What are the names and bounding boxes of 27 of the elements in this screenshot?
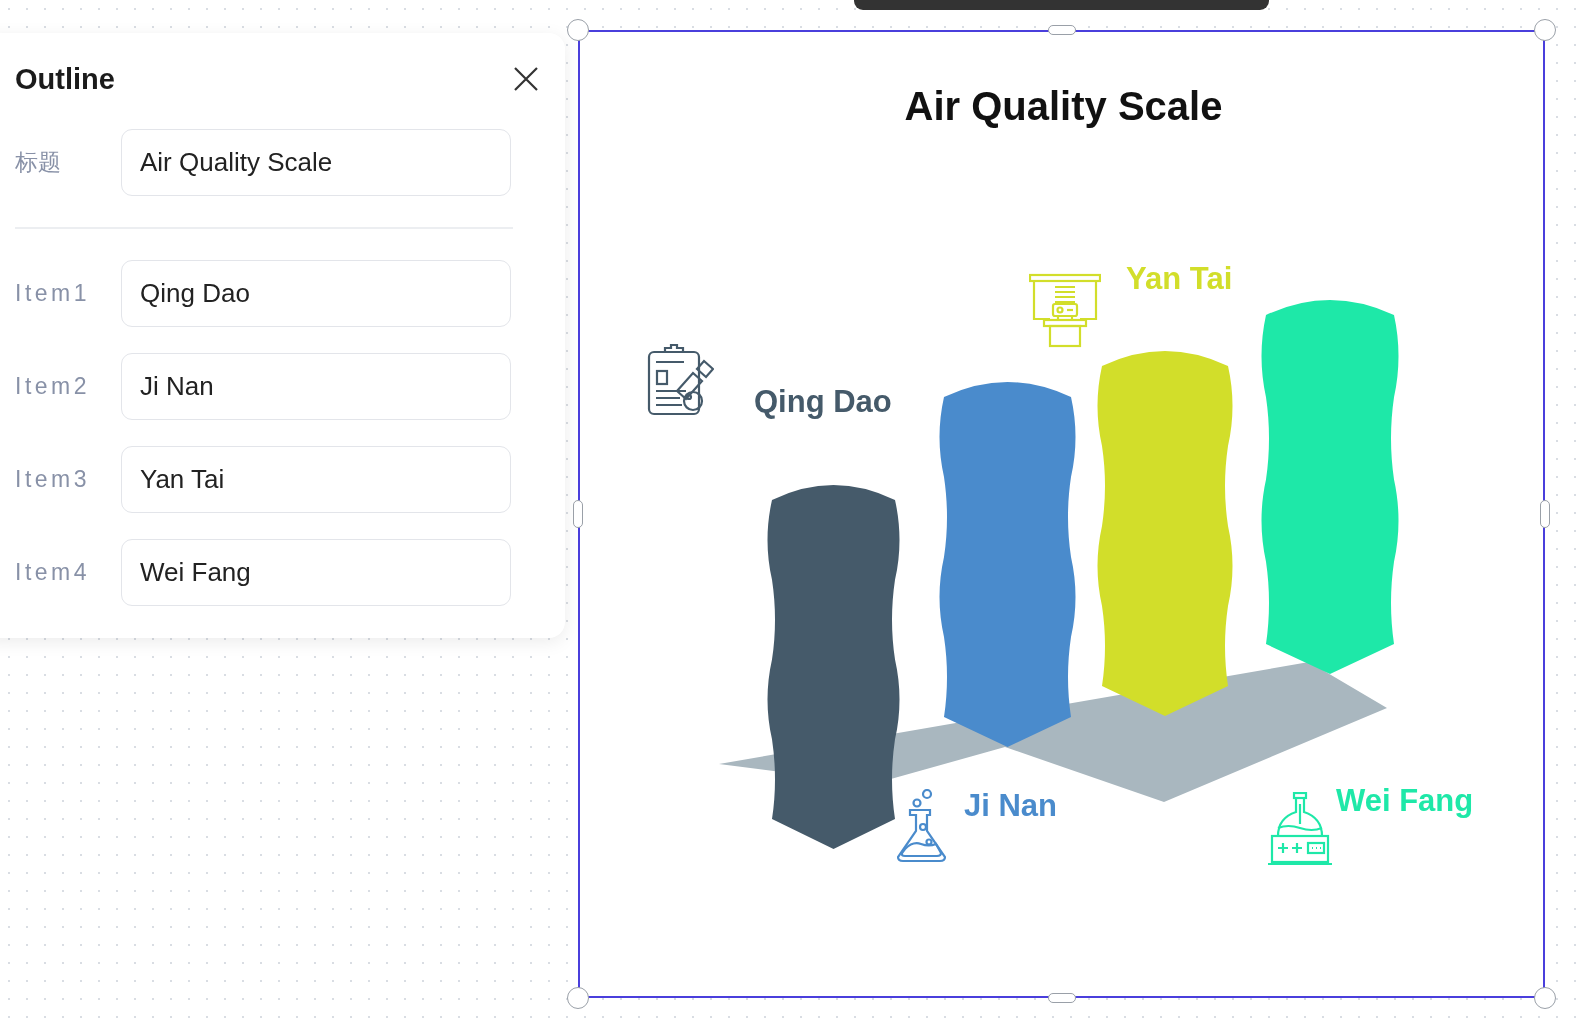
resize-handle[interactable]: [1534, 19, 1556, 41]
resize-handle[interactable]: [573, 500, 583, 528]
resize-handle[interactable]: [1534, 987, 1556, 1009]
item-label: Yan Tai: [1126, 261, 1233, 297]
item-field[interactable]: Yan Tai: [121, 446, 511, 513]
resize-handle[interactable]: [1540, 500, 1550, 528]
item-label: Item2: [15, 373, 92, 400]
item-label: Item4: [15, 559, 92, 586]
projector-icon: [1029, 273, 1101, 348]
resize-handle[interactable]: [567, 987, 589, 1009]
chart-title: Air Quality Scale: [903, 84, 1224, 129]
panel-title: Outline: [15, 62, 115, 96]
resize-handle[interactable]: [567, 19, 589, 41]
item-field[interactable]: Ji Nan: [121, 353, 511, 420]
item-label: Wei Fang: [1336, 783, 1474, 819]
item-label: Item1: [15, 280, 92, 307]
flask-icon: [895, 789, 948, 863]
item-field[interactable]: Qing Dao: [121, 260, 511, 327]
resize-handle[interactable]: [1048, 25, 1076, 35]
field-label: 标题: [15, 148, 62, 177]
resize-handle[interactable]: [1048, 993, 1076, 1003]
item-label: Qing Dao: [754, 384, 892, 420]
item-label: Item3: [15, 466, 92, 493]
item-label: Ji Nan: [964, 788, 1058, 824]
title-field[interactable]: Air Quality Scale: [121, 129, 511, 196]
item-field[interactable]: Wei Fang: [121, 539, 511, 606]
clipboard-icon: [647, 343, 714, 418]
